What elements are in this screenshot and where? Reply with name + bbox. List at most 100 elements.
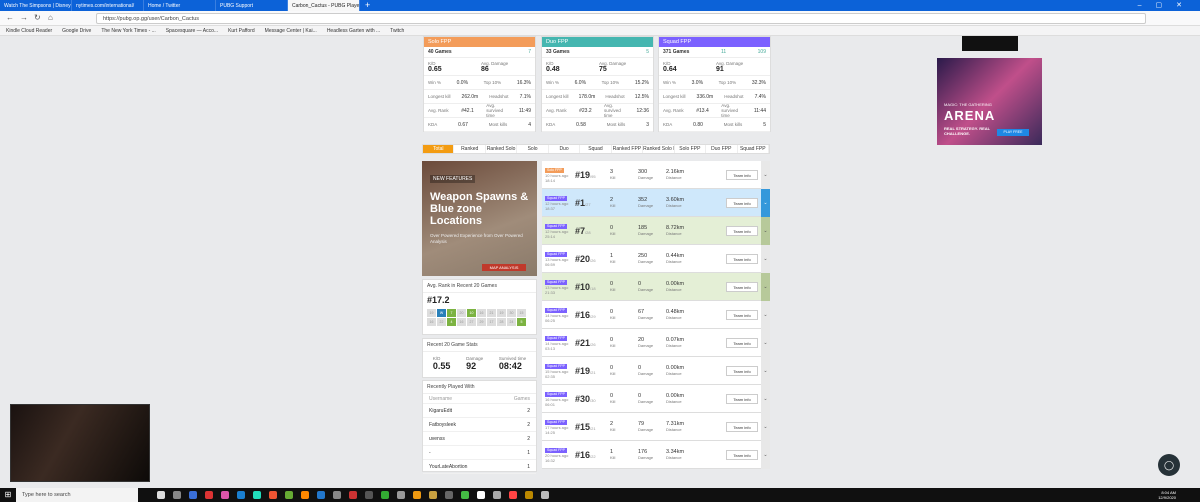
mode-tab[interactable]: Squad FPP xyxy=(738,145,769,153)
back-icon[interactable]: ← xyxy=(6,13,14,22)
taskbar-app-icon[interactable] xyxy=(490,488,504,502)
rank-cell[interactable]: 7 xyxy=(447,309,456,317)
recently-played-row[interactable]: Fatboysleek 2 xyxy=(423,418,536,432)
rank-cell[interactable]: 27 xyxy=(467,318,476,326)
team-info-button[interactable]: Team info xyxy=(726,282,758,292)
mode-tab[interactable]: Ranked Solo FPP xyxy=(643,145,675,153)
rank-cell[interactable]: 5 xyxy=(517,318,526,326)
match-row[interactable]: Squad FPP 16 hours ago 06:01 #30/30 0 Kil… xyxy=(542,385,770,413)
rank-cell[interactable]: 19 xyxy=(427,309,436,317)
player-name[interactable]: YourLateAbortion xyxy=(429,464,467,470)
chevron-down-icon[interactable]: ⌄ xyxy=(761,189,770,217)
rank-cell[interactable]: 10 xyxy=(467,309,476,317)
browser-tab[interactable]: PUBG Support xyxy=(216,0,288,11)
taskbar-app-icon[interactable] xyxy=(346,488,360,502)
browser-tab[interactable]: nytimes.com/international/ xyxy=(72,0,144,11)
taskbar-app-icon[interactable] xyxy=(458,488,472,502)
picture-in-picture-video[interactable] xyxy=(10,404,150,482)
player-name[interactable]: KigaruEdit xyxy=(429,408,452,414)
mode-tab[interactable]: Ranked xyxy=(454,145,486,153)
chevron-down-icon[interactable]: ⌄ xyxy=(761,301,770,329)
rank-cell[interactable]: 21 xyxy=(487,309,496,317)
taskbar-app-icon[interactable] xyxy=(362,488,376,502)
taskbar-app-icon[interactable] xyxy=(410,488,424,502)
taskbar-app-icon[interactable] xyxy=(506,488,520,502)
url-bar[interactable]: https://pubg.op.gg/user/Carbon_Cactus xyxy=(96,13,1146,24)
new-tab-button[interactable]: + xyxy=(360,0,375,11)
chat-bubble-icon[interactable]: ◯ xyxy=(1158,454,1180,476)
taskbar-app-icon[interactable] xyxy=(218,488,232,502)
bookmark[interactable]: Twitch xyxy=(390,26,404,35)
chevron-down-icon[interactable]: ⌄ xyxy=(761,413,770,441)
window-controls[interactable]: –▢✕ xyxy=(1138,0,1196,11)
taskbar-app-icon[interactable] xyxy=(202,488,216,502)
taskbar-app-icon[interactable] xyxy=(442,488,456,502)
player-name[interactable]: - xyxy=(429,450,431,456)
team-info-button[interactable]: Team info xyxy=(726,310,758,320)
browser-tab[interactable]: Home / Twitter xyxy=(144,0,216,11)
taskbar-app-icon[interactable] xyxy=(314,488,328,502)
rank-cell[interactable]: 28 xyxy=(497,318,506,326)
player-name[interactable]: uvenss xyxy=(429,436,445,442)
team-info-button[interactable]: Team info xyxy=(726,338,758,348)
rank-cell[interactable]: W xyxy=(437,309,446,317)
recently-played-row[interactable]: KigaruEdit 2 xyxy=(423,404,536,418)
taskbar-app-icon[interactable] xyxy=(282,488,296,502)
bookmark[interactable]: Spacesquare — Acco... xyxy=(166,26,218,35)
forward-icon[interactable]: → xyxy=(20,13,28,22)
recently-played-row[interactable]: uvenss 2 xyxy=(423,432,536,446)
bookmark[interactable]: Headless Garten with ... xyxy=(327,26,380,35)
taskbar-app-icon[interactable] xyxy=(298,488,312,502)
rank-cell[interactable]: 16 xyxy=(427,318,436,326)
mode-tab[interactable]: Solo xyxy=(517,145,549,153)
play-free-button[interactable]: PLAY FREE xyxy=(997,129,1029,136)
taskbar-search[interactable]: Type here to search xyxy=(16,488,138,502)
chevron-down-icon[interactable]: ⌄ xyxy=(761,357,770,385)
promo-banner[interactable]: NEW FEATURES Weapon Spawns & Blue zone L… xyxy=(422,161,537,276)
rank-cell[interactable]: 24 xyxy=(507,318,516,326)
team-info-button[interactable]: Team info xyxy=(726,198,758,208)
match-row[interactable]: Squad FPP 13 hours ago 21:33 #10/18 0 Kil… xyxy=(542,273,770,301)
rank-cell[interactable]: 4 xyxy=(447,318,456,326)
browser-tab-active[interactable]: Carbon_Cactus - PUBG Player xyxy=(288,0,360,11)
match-row[interactable]: Squad FPP 17 hours ago 14:25 #15/21 2 Kil… xyxy=(542,413,770,441)
chevron-down-icon[interactable]: ⌄ xyxy=(761,441,770,469)
match-row[interactable]: Squad FPP 12 hours ago 25:14 #7/28 0 Kill… xyxy=(542,217,770,245)
bookmark[interactable]: Google Drive xyxy=(62,26,91,35)
match-row[interactable]: Squad FPP 12 hours ago 18:37 #1/27 2 Kill… xyxy=(542,189,770,217)
team-info-button[interactable]: Team info xyxy=(726,170,758,180)
taskbar-app-icon[interactable] xyxy=(330,488,344,502)
taskbar-app-icon[interactable] xyxy=(378,488,392,502)
taskbar-app-icon[interactable] xyxy=(186,488,200,502)
ad-banner-small[interactable] xyxy=(962,36,1018,51)
rank-cell[interactable]: 22 xyxy=(437,318,446,326)
team-info-button[interactable]: Team info xyxy=(726,226,758,236)
rank-cell[interactable]: 29 xyxy=(477,318,486,326)
bookmark[interactable]: Kindle Cloud Reader xyxy=(6,26,52,35)
taskbar-app-icon[interactable] xyxy=(538,488,552,502)
home-icon[interactable]: ⌂ xyxy=(48,13,53,22)
reload-icon[interactable]: ↻ xyxy=(34,13,41,22)
bookmark[interactable]: Message Center | Kai... xyxy=(265,26,317,35)
match-row[interactable]: Squad FPP 13 hours ago 06:59 #20/26 1 Kil… xyxy=(542,245,770,273)
mode-tab[interactable]: Squad xyxy=(580,145,612,153)
mode-tab[interactable]: Duo xyxy=(549,145,581,153)
team-info-button[interactable]: Team info xyxy=(726,450,758,460)
mode-tab[interactable]: Ranked Solo xyxy=(486,145,518,153)
rank-cell[interactable]: 19 xyxy=(497,309,506,317)
taskbar-app-icon[interactable] xyxy=(154,488,168,502)
mode-tab[interactable]: Solo FPP xyxy=(675,145,707,153)
team-info-button[interactable]: Team info xyxy=(726,422,758,432)
chevron-down-icon[interactable]: ⌄ xyxy=(761,245,770,273)
team-info-button[interactable]: Team info xyxy=(726,366,758,376)
match-row[interactable]: Squad FPP 20 hours ago 16:32 #16/22 1 Kil… xyxy=(542,441,770,469)
recently-played-row[interactable]: YourLateAbortion 1 xyxy=(423,460,536,474)
match-row[interactable]: Squad FPP 15 hours ago 02:35 #19/21 0 Kil… xyxy=(542,357,770,385)
rank-cell[interactable]: 16 xyxy=(477,309,486,317)
rank-cell[interactable]: 17 xyxy=(487,318,496,326)
team-info-button[interactable]: Team info xyxy=(726,394,758,404)
player-name[interactable]: Fatboysleek xyxy=(429,422,456,428)
taskbar-app-icon[interactable] xyxy=(250,488,264,502)
windows-start-icon[interactable]: ⊞ xyxy=(0,488,16,502)
mode-tab[interactable]: Ranked FPP xyxy=(612,145,644,153)
